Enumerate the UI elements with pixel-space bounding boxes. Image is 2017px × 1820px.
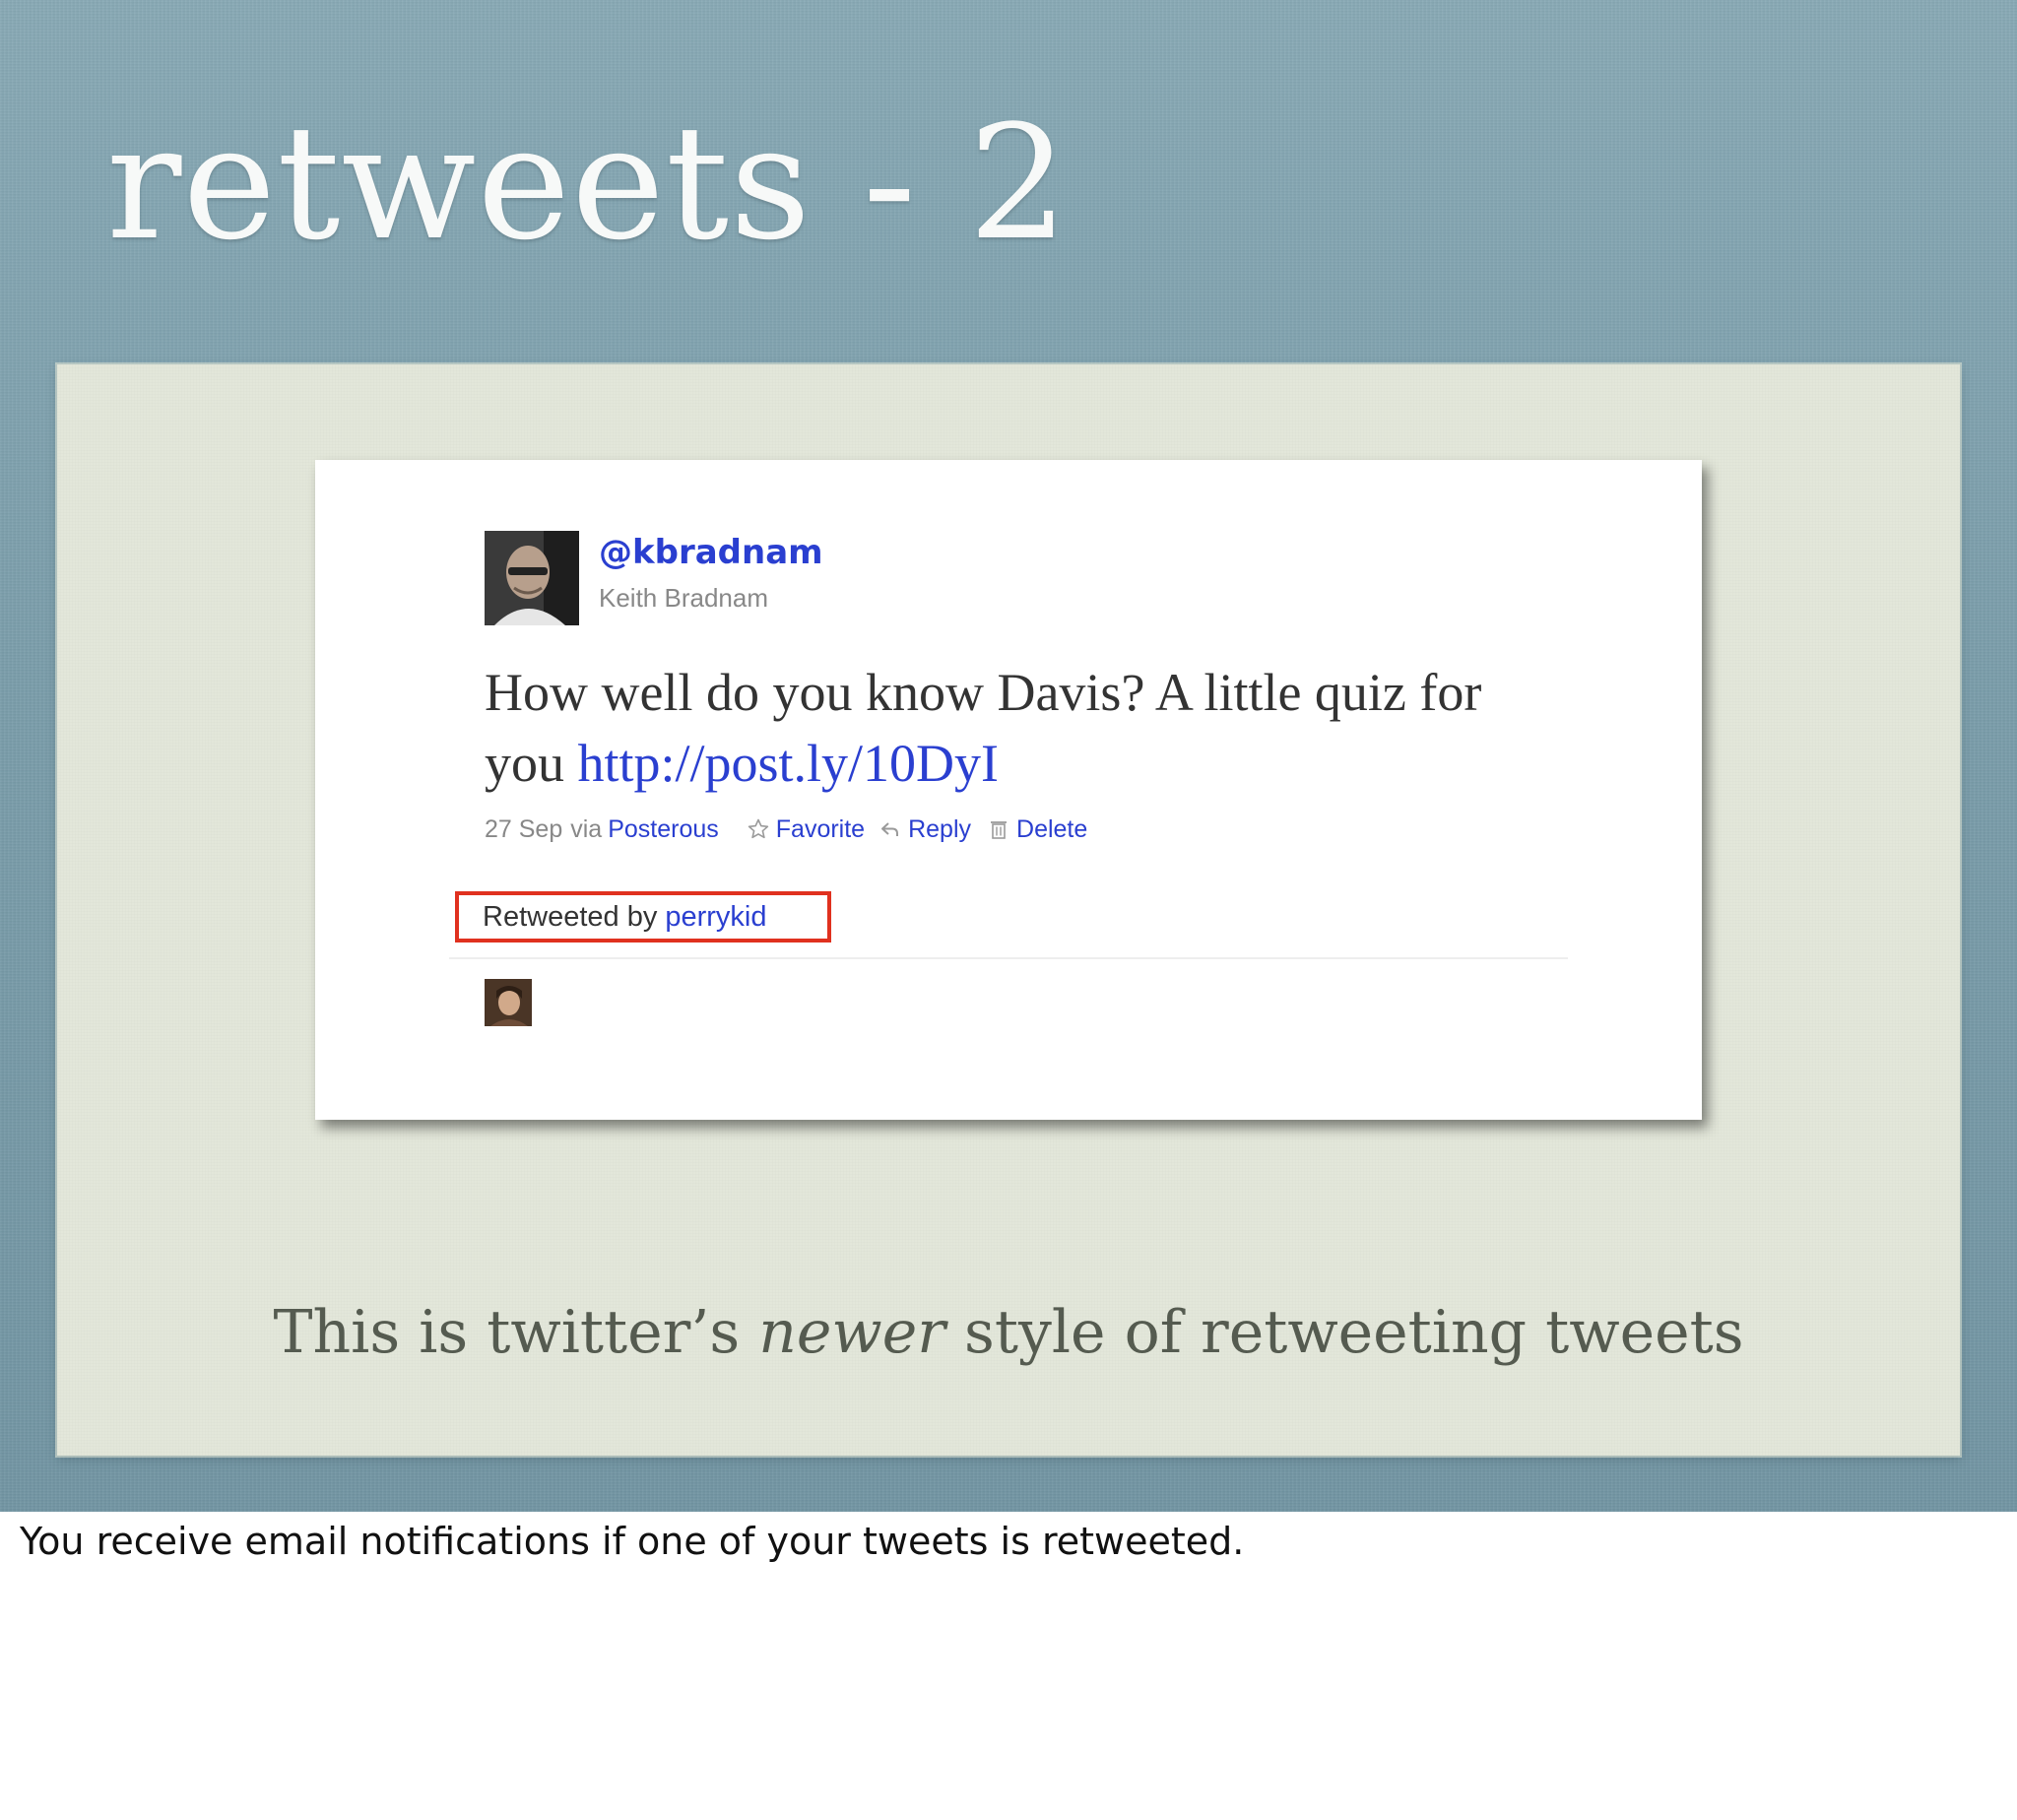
reply-arrow-icon: [881, 822, 899, 836]
speaker-notes: You receive email notifications if one o…: [20, 1520, 1245, 1563]
caption-part-2: style of retweeting tweets: [944, 1298, 1744, 1367]
favorite-label: Favorite: [775, 814, 866, 843]
retweeter-avatar[interactable]: [485, 979, 532, 1026]
star-outline-icon: [748, 818, 768, 839]
delete-button[interactable]: Delete: [987, 815, 1087, 844]
tweet-meta: 27 Sep via Posterous Favorite Reply Dele…: [485, 812, 1087, 846]
favorite-button[interactable]: Favorite: [747, 815, 865, 844]
reply-label: Reply: [908, 814, 972, 843]
tweet-fullname: Keith Bradnam: [599, 583, 768, 613]
retweeted-by-label: Retweeted by: [483, 900, 658, 933]
tweet-source[interactable]: Posterous: [608, 815, 719, 844]
tweet-link[interactable]: http://post.ly/10DyI: [578, 734, 1000, 793]
tweet-text: How well do you know Davis? A little qui…: [485, 657, 1568, 799]
slide: retweets - 2 @kbradnam Keith Bradnam How…: [0, 0, 2017, 1512]
tweet-username[interactable]: @kbradnam: [599, 531, 823, 574]
caption-part-1: This is twitter’s: [273, 1298, 759, 1367]
user-photo-icon: [485, 979, 532, 1026]
user-photo-icon: [485, 531, 579, 625]
retweeter-link[interactable]: perrykid: [665, 901, 766, 934]
slide-caption: This is twitter’s newer style of retweet…: [0, 1293, 2017, 1372]
reply-button[interactable]: Reply: [878, 815, 971, 844]
tweet-date[interactable]: 27 Sep: [485, 815, 562, 844]
tweet-screenshot: @kbradnam Keith Bradnam How well do you …: [315, 460, 1702, 1120]
trash-icon: [991, 821, 1008, 839]
delete-label: Delete: [1016, 814, 1088, 843]
slide-title: retweets - 2: [106, 91, 1070, 275]
retweeted-by-highlight: Retweeted by perrykid: [455, 891, 831, 942]
caption-emphasis: newer: [758, 1298, 945, 1367]
divider: [449, 957, 1568, 959]
avatar[interactable]: [485, 531, 579, 625]
tweet-via-label: via: [570, 814, 603, 843]
